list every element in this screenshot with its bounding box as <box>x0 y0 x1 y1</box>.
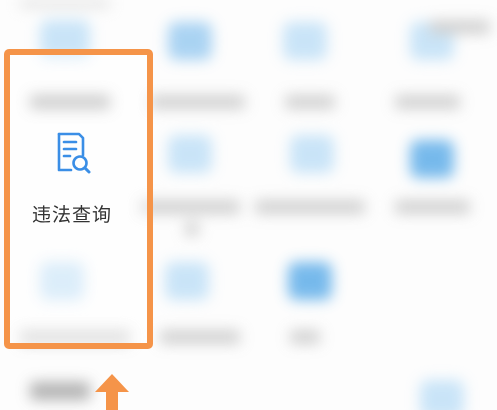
screen: 违法查询 <box>0 0 497 410</box>
violation-query-button[interactable]: 违法查询 <box>10 125 150 235</box>
violation-query-label: 违法查询 <box>31 204 112 226</box>
arrow-up-icon <box>95 374 129 410</box>
document-search-icon <box>57 132 91 174</box>
